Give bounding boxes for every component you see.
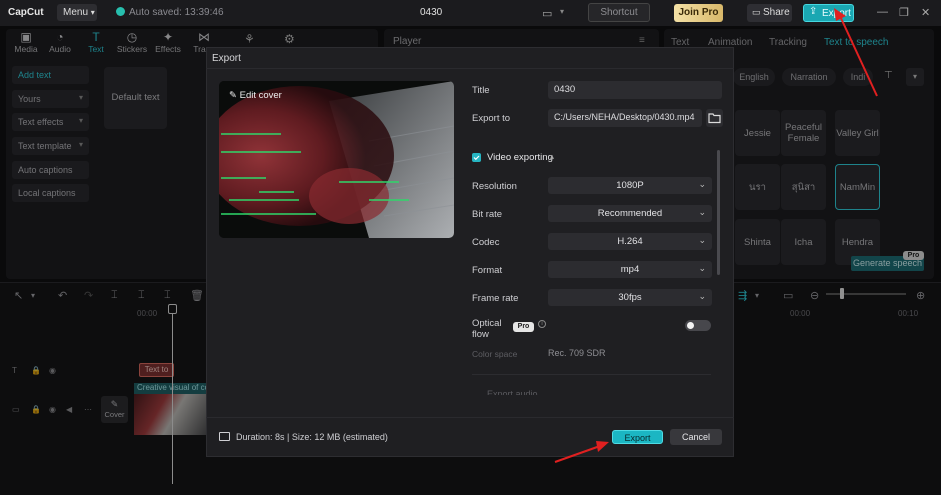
format-label: Format <box>472 265 503 276</box>
edit-icon: ✎ <box>229 90 240 101</box>
menu-label: Menu <box>63 7 89 18</box>
color-space-value: Rec. 709 SDR <box>548 348 606 358</box>
resolution-value: 1080P <box>616 180 644 191</box>
thumbnail-image <box>219 81 454 238</box>
resolution-label: Resolution <box>472 181 517 192</box>
bitrate-value: Recommended <box>597 208 663 219</box>
divider <box>472 374 711 375</box>
resolution-select[interactable]: 1080P ⌄ <box>548 177 712 194</box>
bitrate-select[interactable]: Recommended ⌄ <box>548 205 712 222</box>
optical-flow-label: Optical flow <box>472 318 502 340</box>
autosave-label: Auto saved: 13:39:46 <box>129 7 224 18</box>
export-to-label: Export to <box>472 113 511 124</box>
minimize-icon[interactable]: — <box>877 6 888 18</box>
bitrate-label: Bit rate <box>472 209 503 220</box>
divider <box>206 68 734 69</box>
color-space-label: Color space <box>472 349 518 359</box>
info-icon[interactable]: i <box>538 320 546 328</box>
codec-label: Codec <box>472 237 500 248</box>
chevron-down-icon: ⌄ <box>698 263 706 273</box>
check-icon <box>473 155 480 161</box>
layout-icon[interactable]: ▭ <box>542 7 552 20</box>
restore-icon[interactable]: ❐ <box>899 6 909 19</box>
pro-badge: Pro <box>513 322 534 332</box>
chevron-up-icon[interactable]: ▴ <box>550 152 554 161</box>
folder-icon <box>708 113 721 124</box>
export-button[interactable]: Export <box>612 430 663 444</box>
toggle-knob <box>687 322 694 329</box>
join-pro-button[interactable]: Join Pro <box>674 4 723 22</box>
framerate-value: 30fps <box>618 292 642 303</box>
export-audio-label: Export audio <box>487 389 538 395</box>
title-label: Title <box>472 85 490 96</box>
folder-button[interactable] <box>706 109 723 127</box>
codec-value: H.264 <box>617 236 643 247</box>
menu-button[interactable]: Menu ▾ <box>57 4 97 21</box>
dialog-scrollbar[interactable] <box>717 150 720 275</box>
dialog-title: Export <box>212 53 241 64</box>
chevron-down-icon: ⌄ <box>698 207 706 217</box>
film-icon <box>219 432 230 441</box>
export-top-label: Export <box>822 8 851 19</box>
video-export-checkbox[interactable] <box>472 153 481 162</box>
codec-select[interactable]: H.264 ⌄ <box>548 233 712 250</box>
top-bar: CapCut Menu ▾ Auto saved: 13:39:46 0430 … <box>0 0 941 26</box>
cancel-button[interactable]: Cancel <box>670 429 722 445</box>
export-path-input[interactable]: C:/Users/NEHA/Desktop/0430.mp4 <box>548 109 702 127</box>
edit-cover-label: Edit cover <box>239 90 282 101</box>
chevron-down-icon[interactable]: ▾ <box>560 7 564 16</box>
chevron-down-icon: ⌄ <box>698 291 706 301</box>
close-icon[interactable]: ✕ <box>921 6 930 19</box>
edit-cover-button[interactable]: ✎ Edit cover <box>229 90 282 101</box>
share-label: Share <box>763 7 790 18</box>
upload-icon: ⇪ <box>809 6 818 17</box>
project-title[interactable]: 0430 <box>420 7 442 18</box>
framerate-label: Frame rate <box>472 293 519 304</box>
chevron-down-icon: ▾ <box>90 8 95 17</box>
format-select[interactable]: mp4 ⌄ <box>548 261 712 278</box>
chevron-down-icon: ⌄ <box>698 235 706 245</box>
framerate-select[interactable]: 30fps ⌄ <box>548 289 712 306</box>
chevron-down-icon: ⌄ <box>698 179 706 189</box>
optical-flow-toggle[interactable] <box>685 320 711 331</box>
format-value: mp4 <box>620 264 640 275</box>
app-logo: CapCut <box>8 7 44 18</box>
cover-thumbnail[interactable] <box>219 81 454 238</box>
video-section-title: Video exporting <box>487 152 553 163</box>
divider <box>206 417 734 418</box>
autosave-status: Auto saved: 13:39:46 <box>116 7 224 18</box>
export-summary: Duration: 8s | Size: 12 MB (estimated) <box>236 432 388 442</box>
check-circle-icon <box>116 7 125 16</box>
share-icon: ▭ <box>752 7 761 17</box>
shortcut-button[interactable]: Shortcut <box>588 3 650 22</box>
title-input[interactable]: 0430 <box>548 81 722 99</box>
